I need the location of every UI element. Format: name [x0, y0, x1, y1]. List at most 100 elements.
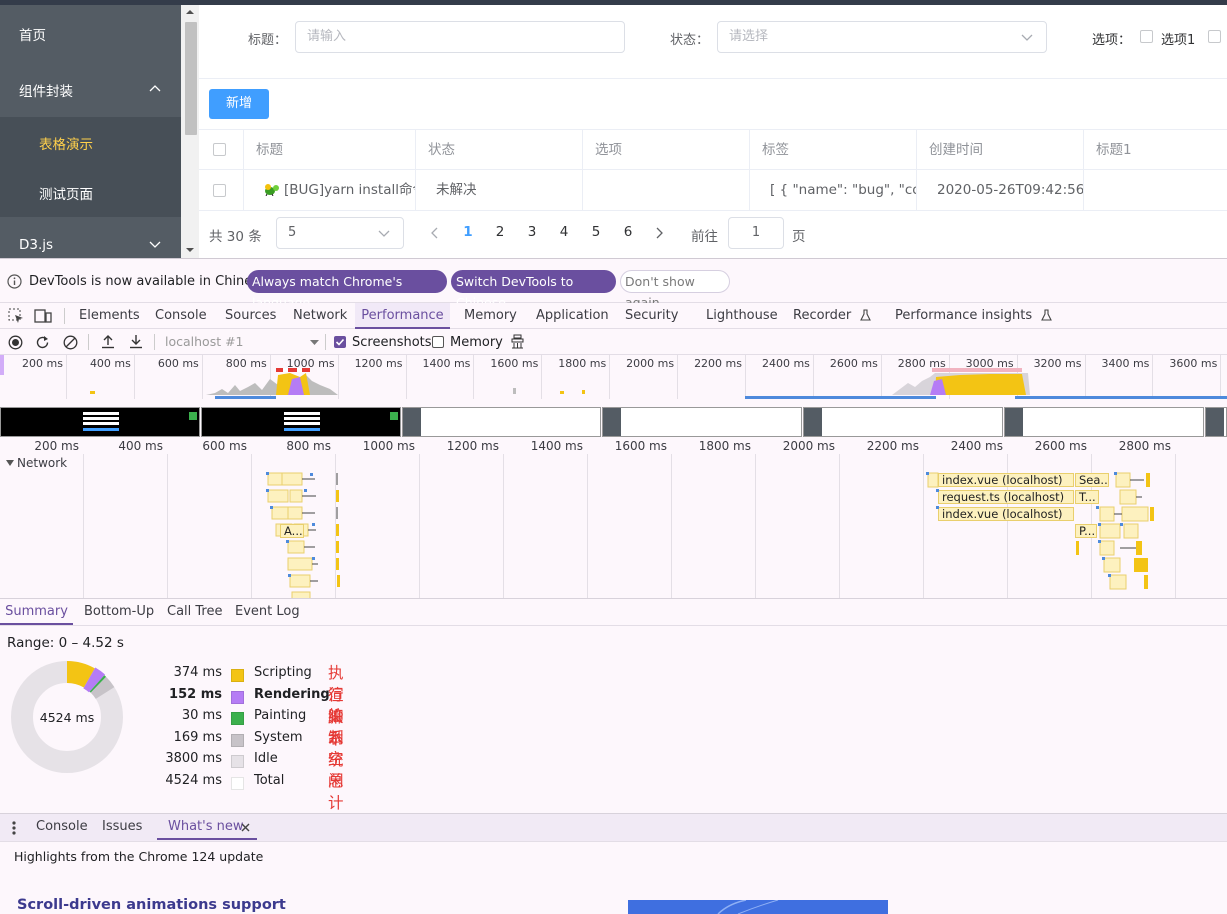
timeline-overview[interactable]: 200 ms 400 ms 600 ms 800 ms 1000 ms 1200 ms 14… — [0, 355, 1227, 438]
page-number-3[interactable]: 3 — [520, 217, 544, 247]
sidebar-item-table-demo[interactable]: 表格演示 — [0, 117, 181, 167]
tab-performance[interactable]: Performance — [355, 303, 450, 329]
status-select-placeholder: 请选择 — [729, 29, 769, 44]
prev-page-icon[interactable] — [431, 227, 439, 239]
legend-name: Painting — [254, 708, 307, 724]
title-filter-input[interactable]: 请输入 — [295, 21, 625, 53]
drawer-tab-issues[interactable]: Issues — [102, 814, 142, 840]
option2-checkbox[interactable] — [1208, 30, 1221, 43]
legend-name: System — [254, 729, 303, 745]
tab-call-tree[interactable]: Call Tree — [167, 599, 223, 625]
screenshot-content — [83, 428, 119, 431]
inspect-element-icon[interactable] — [8, 308, 24, 324]
toolbar-separator — [325, 334, 326, 350]
tab-label: Recorder — [793, 308, 852, 323]
column-header[interactable]: 标签 — [750, 130, 917, 170]
select-all-checkbox[interactable] — [213, 143, 226, 156]
tab-elements[interactable]: Elements — [79, 303, 140, 329]
tab-bottom-up[interactable]: Bottom-Up — [84, 599, 154, 625]
expand-triangle-icon[interactable] — [6, 460, 14, 467]
close-icon[interactable] — [241, 823, 250, 832]
upload-profile-icon[interactable] — [101, 334, 115, 349]
tab-console[interactable]: Console — [155, 303, 207, 329]
more-options-icon[interactable] — [12, 821, 16, 835]
sidebar-item-d3[interactable]: D3.js — [0, 217, 181, 258]
memory-checkbox[interactable] — [432, 336, 444, 348]
garbage-collect-icon[interactable] — [510, 334, 525, 349]
next-page-icon[interactable] — [656, 227, 664, 239]
sidebar-item-test-page[interactable]: 测试页面 — [0, 167, 181, 217]
target-select[interactable]: localhost #1 — [159, 333, 321, 351]
tab-application[interactable]: Application — [536, 303, 609, 329]
drawer-tab-whats-new[interactable]: What's new — [157, 814, 257, 840]
scroll-down-arrow-icon[interactable] — [186, 247, 194, 253]
download-profile-icon[interactable] — [129, 334, 143, 349]
screenshot-frame — [201, 407, 401, 437]
network-requests-cluster — [926, 472, 1154, 590]
table-row[interactable]: [BUG]yarn install命令 未解决 [ { "name": "bug… — [199, 170, 1227, 211]
sidebar-item-label: D3.js — [19, 237, 54, 253]
page-number-6[interactable]: 6 — [616, 217, 640, 247]
cell-text: [BUG]yarn install命令 — [284, 182, 416, 198]
dont-show-again-button[interactable]: Don't show again — [620, 270, 730, 310]
screenshots-label: Screenshots — [352, 335, 432, 350]
main-ruler-label: 200 ms — [34, 439, 79, 453]
legend-row: 3800 ms Idle 空闲 — [0, 750, 343, 790]
page-number-2[interactable]: 2 — [488, 217, 512, 247]
drawer-tab-console[interactable]: Console — [36, 814, 88, 840]
network-requests-cluster — [266, 472, 340, 598]
column-header[interactable]: 标题 — [244, 130, 416, 170]
feature-title[interactable]: Scroll-driven animations support — [17, 897, 286, 913]
option1-checkbox[interactable] — [1140, 30, 1153, 43]
screenshot-content — [284, 412, 320, 426]
page-number-1[interactable]: 1 — [456, 217, 480, 247]
tab-memory[interactable]: Memory — [464, 303, 517, 329]
tab-lighthouse[interactable]: Lighthouse — [706, 303, 778, 329]
match-language-button[interactable]: Always match Chrome's language — [247, 270, 447, 310]
record-icon[interactable] — [8, 335, 23, 350]
column-header[interactable]: 创建时间 — [917, 130, 1084, 170]
network-request-bar[interactable]: A... — [280, 524, 304, 538]
device-toolbar-icon[interactable] — [34, 308, 52, 324]
goto-label: 前往 — [691, 229, 718, 245]
legend-name: Rendering — [254, 686, 330, 702]
sidebar-item-components[interactable]: 组件封装 — [0, 61, 181, 117]
page-number-4[interactable]: 4 — [552, 217, 576, 247]
page-number-5[interactable]: 5 — [584, 217, 608, 247]
reload-record-icon[interactable] — [35, 335, 50, 350]
timeline-gridline — [83, 454, 84, 598]
screenshots-checkbox[interactable] — [334, 336, 346, 348]
chevron-up-icon — [149, 85, 161, 92]
screenshot-content — [83, 412, 119, 426]
column-header[interactable]: 标题1 — [1084, 130, 1227, 170]
network-track[interactable]: Network A... index.vue (localhost) reque… — [0, 454, 1227, 598]
tab-recorder[interactable]: Recorder — [793, 303, 872, 329]
status-filter-select[interactable]: 请选择 — [717, 21, 1047, 53]
summary-panel: Range: 0 – 4.52 s 4524 ms 374 ms Scriptin… — [0, 626, 1227, 814]
sidebar-scrollbar-thumb[interactable] — [185, 22, 197, 135]
legend-value: 30 ms — [181, 708, 222, 724]
main-ruler-label: 1000 ms — [362, 439, 415, 453]
column-header[interactable]: 状态 — [416, 130, 583, 170]
sidebar-item-home[interactable]: 首页 — [0, 5, 181, 61]
legend-value: 169 ms — [173, 729, 222, 745]
clear-icon[interactable] — [63, 335, 78, 350]
tab-network[interactable]: Network — [293, 303, 347, 329]
row-checkbox[interactable] — [213, 184, 226, 197]
devtools-tabbar: Elements Console Sources Network Perform… — [0, 303, 1227, 329]
column-header[interactable]: 选项 — [583, 130, 750, 170]
switch-chinese-button[interactable]: Switch DevTools to Chinese — [451, 270, 616, 310]
page-size-select[interactable]: 5 — [276, 217, 404, 249]
goto-page-input[interactable]: 1 — [728, 217, 784, 249]
tab-performance-insights[interactable]: Performance insights — [895, 303, 1053, 329]
add-button[interactable]: 新增 — [209, 89, 269, 119]
tab-sources[interactable]: Sources — [225, 303, 276, 329]
experiment-flask-icon — [860, 309, 872, 321]
legend-row: 169 ms System 系统 — [0, 729, 344, 769]
legend-value: 374 ms — [173, 665, 222, 680]
main-timeline-ruler: 200 ms 400 ms 600 ms 800 ms 1000 ms 1200 ms 14… — [0, 438, 1227, 454]
scroll-up-arrow-icon[interactable] — [186, 9, 194, 15]
tab-summary[interactable]: Summary — [0, 599, 73, 625]
tab-security[interactable]: Security — [625, 303, 678, 329]
tab-event-log[interactable]: Event Log — [235, 599, 300, 625]
